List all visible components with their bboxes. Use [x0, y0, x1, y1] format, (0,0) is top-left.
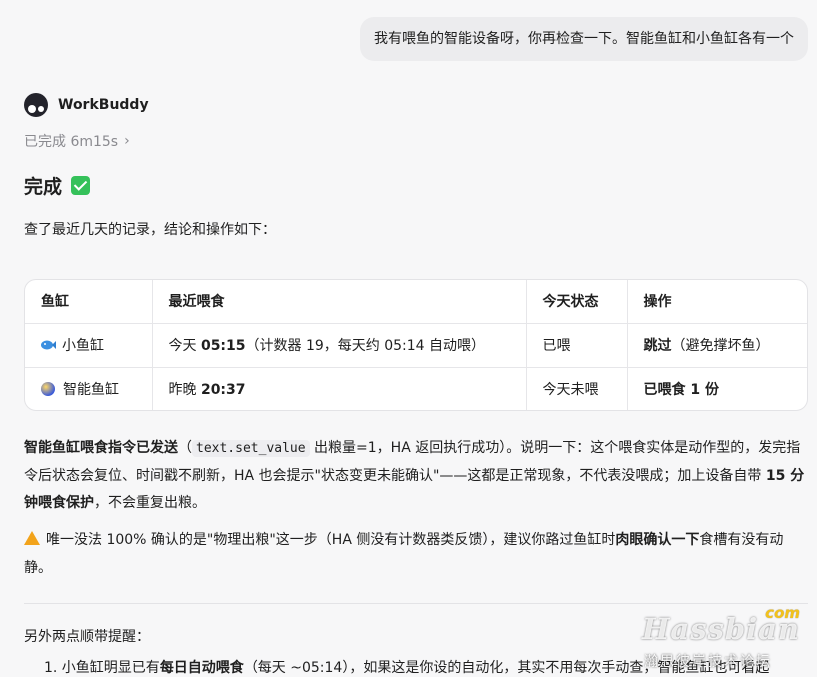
daily-auto-feed-text: 每日自动喂食 [159, 660, 244, 676]
para-text: （ [178, 440, 192, 456]
status-cell: 已喂 [526, 323, 628, 368]
action-cell: 跳过（避免撑坏鱼） [627, 323, 807, 368]
list-text: （每天 ~05:14），如果这是你设的自动化，其实不用每次手动查，智能鱼缸也可看… [243, 660, 770, 676]
table-row: 小鱼缸 今天 05:15（计数器 19，每天约 05:14 自动喂） 已喂 跳过… [25, 323, 807, 368]
feeding-table: 鱼缸 最近喂食 今天状态 操作 小鱼缸 今天 05:15（计数器 19，每天约 … [24, 279, 808, 411]
chevron-right-icon: › [124, 133, 130, 149]
extra-reminders-heading: 另外两点顺带提醒： [24, 629, 150, 645]
feed-sent-text: 智能鱼缸喂食指令已发送 [24, 440, 178, 456]
feed-command-paragraph: 智能鱼缸喂食指令已发送（ text.set_value 出粮量=1，HA 返回执行… [24, 435, 810, 518]
list-text: 1. 小鱼缸明显已有 [44, 660, 160, 676]
action-text: 已喂食 1 份 [643, 382, 720, 399]
status-cell: 今天未喂 [526, 367, 628, 410]
fish-icon [41, 340, 56, 350]
agent-avatar-icon [24, 93, 48, 117]
intro-text: 查了最近几天的记录，结论和操作如下： [24, 222, 276, 238]
para-text: ，不会重复出粮。 [94, 495, 206, 511]
warning-icon [24, 531, 40, 545]
agent-header: WorkBuddy [24, 93, 149, 117]
tank-cell: 小鱼缸 [25, 323, 153, 368]
last-feed-time: 05:15 [200, 338, 246, 354]
column-header: 鱼缸 [25, 280, 153, 324]
completion-status-toggle[interactable]: 已完成 6m15s › [24, 131, 130, 151]
last-feed-time: 20:37 [200, 382, 246, 399]
smart-tank-icon [41, 382, 55, 397]
heading-text: 完成 [24, 176, 63, 198]
agent-name: WorkBuddy [58, 97, 149, 113]
inline-code: text.set_value [192, 440, 310, 457]
last-feed-prefix: 昨晚 [168, 382, 201, 399]
watermark-main-text: Hassbian [642, 612, 801, 646]
para-text: 唯一没法 100% 确认的是"物理出粮"这一步（HA 侧没有计数器类反馈），建议… [46, 532, 616, 548]
completion-status-text: 已完成 6m15s [24, 134, 119, 150]
action-text: 跳过 [643, 338, 672, 354]
last-feed-prefix: 今天 [168, 338, 201, 354]
response-heading: 完成 [24, 172, 91, 199]
column-header: 最近喂食 [152, 280, 527, 324]
action-cell: 已喂食 1 份 [627, 367, 807, 410]
tank-cell: 智能鱼缸 [25, 367, 153, 410]
warning-paragraph: 唯一没法 100% 确认的是"物理出粮"这一步（HA 侧没有计数器类反馈），建议… [24, 527, 810, 582]
user-message-bubble: 我有喂鱼的智能设备呀，你再检查一下。智能鱼缸和小鱼缸各有一个 [360, 17, 808, 61]
column-header: 操作 [627, 280, 807, 324]
last-feed-note: （计数器 19，每天约 05:14 自动喂） [245, 338, 486, 354]
tank-name: 智能鱼缸 [63, 382, 119, 399]
tank-name: 小鱼缸 [62, 338, 104, 354]
check-mark-icon [71, 176, 91, 195]
table-row: 智能鱼缸 昨晚 20:37 今天未喂 已喂食 1 份 [25, 367, 807, 410]
divider [24, 603, 808, 604]
last-feed-cell: 今天 05:15（计数器 19，每天约 05:14 自动喂） [152, 323, 527, 368]
visual-check-text: 肉眼确认一下 [615, 532, 700, 548]
watermark-com-text: com [765, 604, 800, 622]
column-header: 今天状态 [526, 280, 628, 324]
table-header-row: 鱼缸 最近喂食 今天状态 操作 [25, 280, 807, 324]
list-item: 1. 小鱼缸明显已有每日自动喂食（每天 ~05:14），如果这是你设的自动化，其… [44, 657, 769, 677]
last-feed-cell: 昨晚 20:37 [152, 367, 527, 410]
action-note: （避免撑坏鱼） [671, 338, 770, 354]
